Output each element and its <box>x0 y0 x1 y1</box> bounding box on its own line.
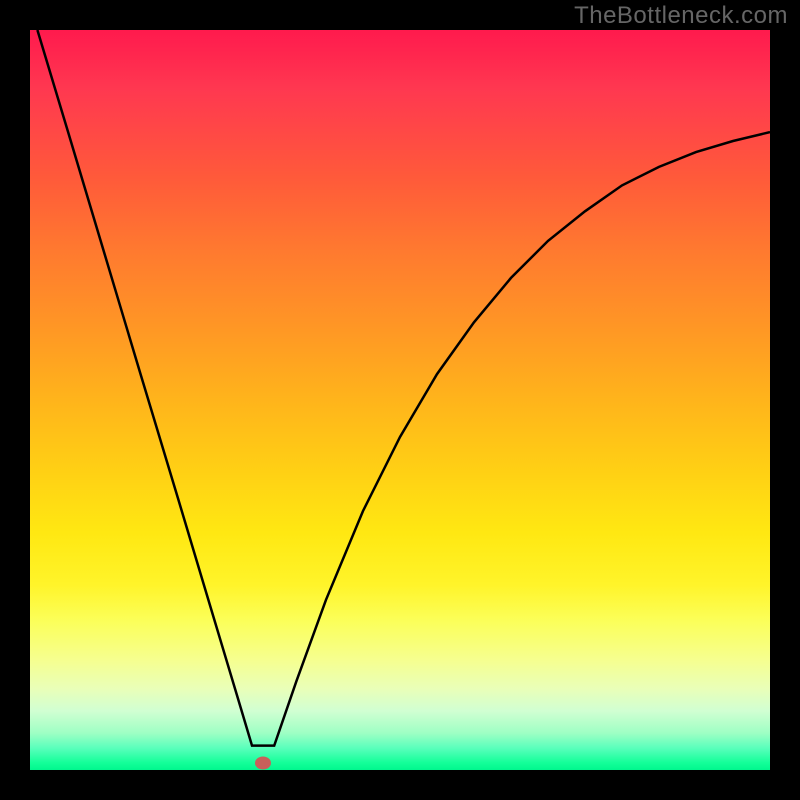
optimum-marker <box>255 756 271 769</box>
curve-svg <box>30 30 770 770</box>
plot-area <box>30 30 770 770</box>
bottleneck-curve <box>37 30 770 746</box>
watermark-text: TheBottleneck.com <box>574 2 788 30</box>
chart-frame: TheBottleneck.com <box>0 0 800 800</box>
